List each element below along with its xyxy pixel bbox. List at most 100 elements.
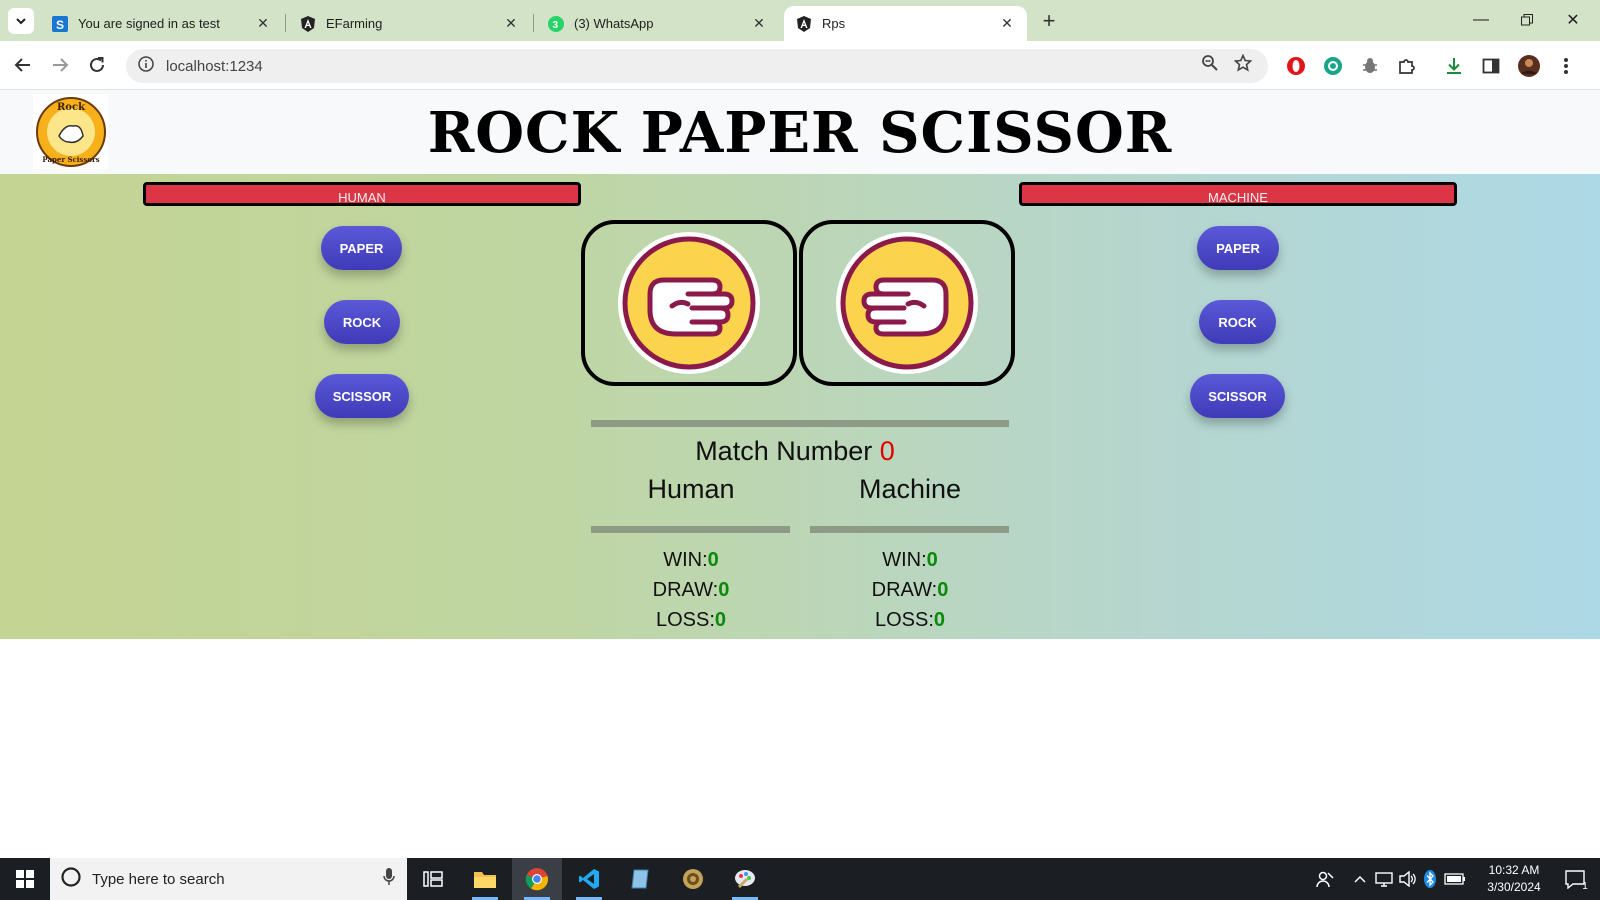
page-title: ROCK PAPER SCISSOR (427, 100, 1173, 166)
tab-title: EFarming (326, 16, 383, 31)
stat-label: LOSS: (655, 609, 715, 631)
puzzle-extensions-icon[interactable] (1394, 53, 1420, 79)
forward-icon[interactable] (45, 50, 75, 80)
bluetooth-icon[interactable] (1420, 858, 1440, 900)
taskbar-clock[interactable]: 10:32 AM 3/30/2024 (1478, 862, 1550, 896)
minimize-icon[interactable]: — (1458, 0, 1504, 40)
bug-extension-icon[interactable] (1357, 53, 1383, 79)
human-score-title: Human (647, 474, 735, 504)
tab-title: You are signed in as test (78, 16, 220, 31)
human-paper-button[interactable]: PAPER (321, 226, 402, 270)
stat-value: 0 (926, 549, 938, 571)
zoom-icon[interactable] (1196, 49, 1224, 77)
human-score-divider (591, 526, 790, 533)
stat-label: LOSS: (874, 609, 934, 631)
svg-text:3: 3 (553, 20, 559, 31)
stat-label: DRAW: (652, 579, 719, 601)
stat-value: 0 (707, 549, 719, 571)
bookmark-star-icon[interactable] (1229, 49, 1257, 77)
windows-taskbar: Type here to search 10:32 AM 3/30/2024 1 (0, 858, 1600, 900)
chevron-down-icon (16, 18, 26, 25)
chrome-taskbar-icon[interactable] (512, 858, 562, 900)
human-scissor-button[interactable]: SCISSOR (315, 374, 409, 418)
machine-hand-icon (836, 232, 978, 374)
volume-icon[interactable] (1396, 858, 1420, 900)
windows-start-icon[interactable] (0, 858, 49, 900)
human-win-stat: WIN:0 (591, 549, 791, 572)
clock-date: 3/30/2024 (1487, 880, 1541, 894)
address-bar[interactable]: localhost:1234 (126, 49, 1268, 83)
tab-title: (3) WhatsApp (574, 16, 654, 31)
task-view-icon[interactable] (408, 858, 458, 900)
tab-title: Rps (822, 16, 846, 31)
notepad-app-icon[interactable] (616, 858, 666, 900)
browser-menu-icon[interactable] (1553, 53, 1579, 79)
stat-value: 0 (714, 609, 727, 631)
angular-icon (300, 15, 316, 32)
human-hand-display (581, 220, 797, 386)
machine-label-bar: MACHINE (1019, 182, 1457, 206)
search-placeholder: Type here to search (92, 870, 225, 888)
notification-count: 1 (1582, 880, 1588, 892)
stat-label: WIN: (663, 549, 708, 571)
machine-rock-button[interactable]: ROCK (1199, 300, 1276, 344)
settings-gear-app-icon[interactable] (668, 858, 718, 900)
tab-signed-in[interactable]: S You are signed in as test ✕ (40, 6, 283, 41)
url-text: localhost:1234 (166, 57, 263, 75)
stat-value: 0 (718, 579, 730, 601)
close-icon[interactable]: ✕ (751, 15, 767, 32)
svg-text:S: S (56, 18, 64, 32)
tab-separator (285, 14, 286, 32)
side-panel-icon[interactable] (1478, 53, 1504, 79)
download-icon[interactable] (1441, 53, 1467, 79)
close-icon[interactable]: ✕ (255, 15, 271, 32)
tab-separator (533, 14, 534, 32)
chevron-up-icon[interactable] (1348, 858, 1372, 900)
notification-center-icon[interactable]: 1 (1556, 858, 1596, 900)
stat-label: DRAW: (871, 579, 938, 601)
reload-icon[interactable] (82, 50, 112, 80)
file-explorer-icon[interactable] (460, 858, 510, 900)
match-number-label: Match Number (695, 436, 873, 466)
vscode-icon[interactable] (564, 858, 614, 900)
machine-draw-stat: DRAW:0 (810, 579, 1010, 602)
people-icon[interactable] (1310, 858, 1340, 900)
close-icon[interactable]: ✕ (503, 15, 519, 32)
machine-win-stat: WIN:0 (810, 549, 1010, 572)
tab-whatsapp[interactable]: 3 (3) WhatsApp ✕ (536, 6, 779, 41)
machine-hand-display (799, 220, 1015, 386)
angular-icon (796, 15, 812, 32)
machine-scissor-button[interactable]: SCISSOR (1190, 374, 1285, 418)
stat-value: 0 (937, 579, 949, 601)
human-loss-stat: LOSS:0 (591, 609, 791, 632)
page-header: Rock Paper Scissors ROCK PAPER SCISSOR (0, 90, 1600, 174)
machine-paper-button[interactable]: PAPER (1197, 226, 1279, 270)
machine-score-divider (810, 526, 1009, 533)
stat-label: WIN: (882, 549, 927, 571)
site-info-icon[interactable] (138, 55, 154, 77)
tab-rps[interactable]: Rps ✕ (784, 6, 1027, 41)
taskbar-search[interactable]: Type here to search (50, 858, 407, 900)
clock-time: 10:32 AM (1488, 863, 1540, 877)
human-hand-icon (618, 232, 760, 374)
tab-efarming[interactable]: EFarming ✕ (288, 6, 531, 41)
chatgpt-extension-icon[interactable] (1320, 53, 1346, 79)
machine-loss-stat: LOSS:0 (810, 609, 1010, 632)
battery-icon[interactable] (1442, 858, 1468, 900)
game-area: HUMAN PAPER ROCK SCISSOR MACHINE PAPER R… (0, 174, 1600, 639)
close-window-icon[interactable]: ✕ (1550, 0, 1596, 40)
match-number-value: 0 (879, 436, 895, 466)
back-icon[interactable] (8, 50, 38, 80)
scoreboard-divider (591, 420, 1009, 427)
paint-app-icon[interactable] (720, 858, 770, 900)
close-icon[interactable]: ✕ (999, 15, 1015, 32)
network-icon[interactable] (1372, 858, 1396, 900)
tab-search-button[interactable] (8, 8, 34, 34)
restore-icon[interactable] (1504, 0, 1550, 40)
opera-extension-icon[interactable] (1283, 53, 1309, 79)
profile-avatar[interactable] (1516, 53, 1542, 79)
human-rock-button[interactable]: ROCK (324, 300, 400, 344)
whatsapp-icon: 3 (548, 15, 564, 32)
new-tab-button[interactable]: + (1036, 8, 1062, 34)
microphone-icon[interactable] (383, 868, 395, 890)
